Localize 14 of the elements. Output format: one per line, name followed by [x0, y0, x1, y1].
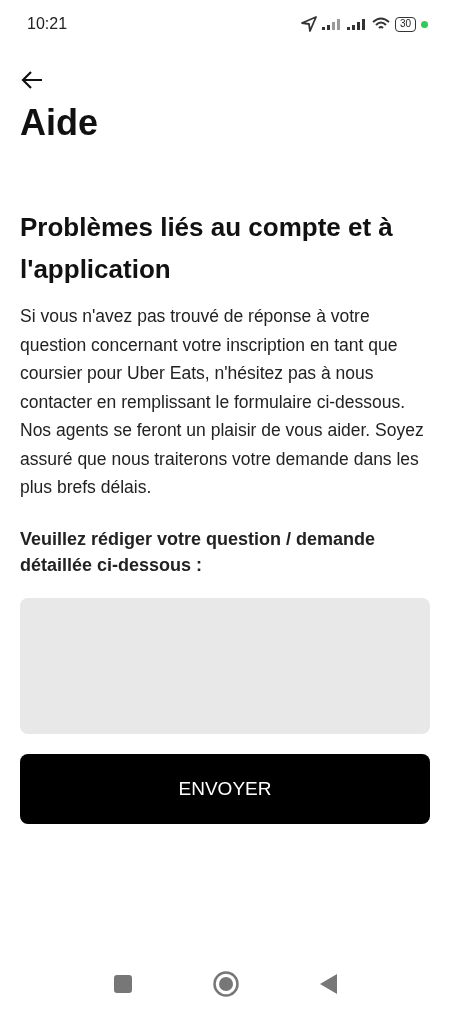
back-icon[interactable]	[320, 974, 338, 994]
send-button[interactable]: ENVOYER	[20, 753, 430, 824]
section-heading: Problèmes liés au compte et à l'application	[20, 211, 394, 286]
signal-icon	[321, 18, 342, 30]
signal-icon	[346, 18, 367, 30]
home-icon[interactable]	[213, 971, 239, 997]
battery-icon: 30	[394, 16, 416, 32]
status-time: 10:21	[27, 15, 68, 33]
location-icon	[300, 16, 317, 32]
status-dot	[421, 20, 428, 28]
wifi-icon	[371, 17, 390, 31]
description-text: Si vous n'avez pas trouvé de réponse à votre question concernant votre inscription en tant que coursier pour Uber Eats, n'hésitez pas à nous contacter en remplissant le formulaire ci-dessous. Nos agents se feront un plaisir de vous aider. Soyez assuré que nous traiterons votre demande dans les plus brefs délais.	[20, 305, 425, 499]
page-title: Aide	[20, 102, 99, 144]
field-label: Veuillez rédiger votre question / demande détaillée ci-dessous :	[20, 527, 377, 577]
